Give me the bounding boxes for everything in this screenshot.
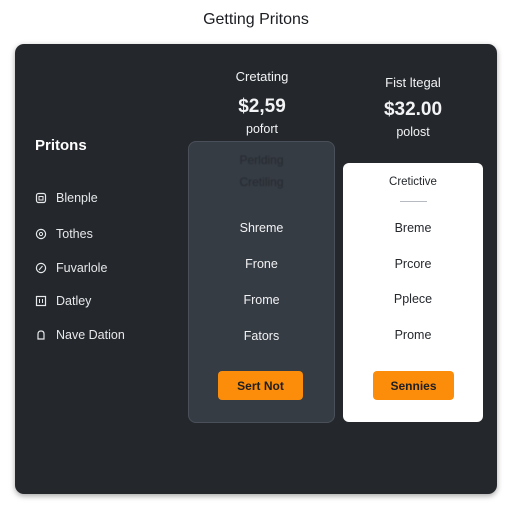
feature-item: Frome [243,293,280,307]
sidebar-item-label: Fuvarlole [56,261,108,275]
plan-period: pofort [246,122,278,136]
plan-period: polost [396,125,430,139]
feature-item: Prome [394,328,432,342]
sidebar-item-datley[interactable]: Datley [35,291,91,311]
plan-header-pro: Fist ltegal $32.00 polost [355,75,471,139]
plan-header-basic: Cretating $2,59 pofort [205,69,319,136]
feature-item: Frone [245,257,278,271]
sidebar-title: Pritons [35,137,87,154]
select-plan-button[interactable]: Sennies [373,371,454,400]
faded-label: Perlding [239,153,284,167]
bell-icon [37,330,45,340]
plan-card-pro: Cretictive Breme Prcore Pplece Prome Sen… [343,163,483,422]
sidebar-item-blenple[interactable]: Blenple [35,188,98,208]
faded-label: Cretiling [239,175,284,189]
grid-icon [35,295,47,307]
divider [400,201,427,202]
plan-card-basic: Perlding Cretiling Shreme Frone Frome Fa… [188,141,335,423]
sidebar-item-label: Blenple [56,191,98,205]
lock-icon [35,192,47,204]
select-plan-button[interactable]: Sert Not [218,371,303,400]
plan-price: $32.00 [383,99,443,120]
feature-item: Pplece [393,292,433,306]
sidebar-item-label: Tothes [56,227,93,241]
sidebar-item-nave-dation[interactable]: Nave Dation [35,325,125,345]
feature-item: Prcore [394,257,432,271]
sidebar-item-label: Datley [56,294,92,308]
feature-item: Breme [394,221,432,235]
sidebar-item-label: Nave Dation [56,328,125,342]
page-title: Getting Pritons [203,11,309,28]
circle-icon [35,228,47,240]
plan-subtitle: Cretictive [389,176,437,188]
feature-item: Fators [243,329,280,343]
sidebar-item-tothes[interactable]: Tothes [35,224,93,244]
plan-name: Cretating [235,69,289,84]
plan-price: $2,59 [238,96,286,117]
feature-item: Shreme [239,221,284,235]
pricing-panel: Pritons Blenple Tothes Fuvarlole Datley … [15,44,497,494]
sidebar-item-fuvarlole[interactable]: Fuvarlole [35,258,107,278]
leaf-icon [35,262,47,274]
plan-name: Fist ltegal [385,75,441,90]
